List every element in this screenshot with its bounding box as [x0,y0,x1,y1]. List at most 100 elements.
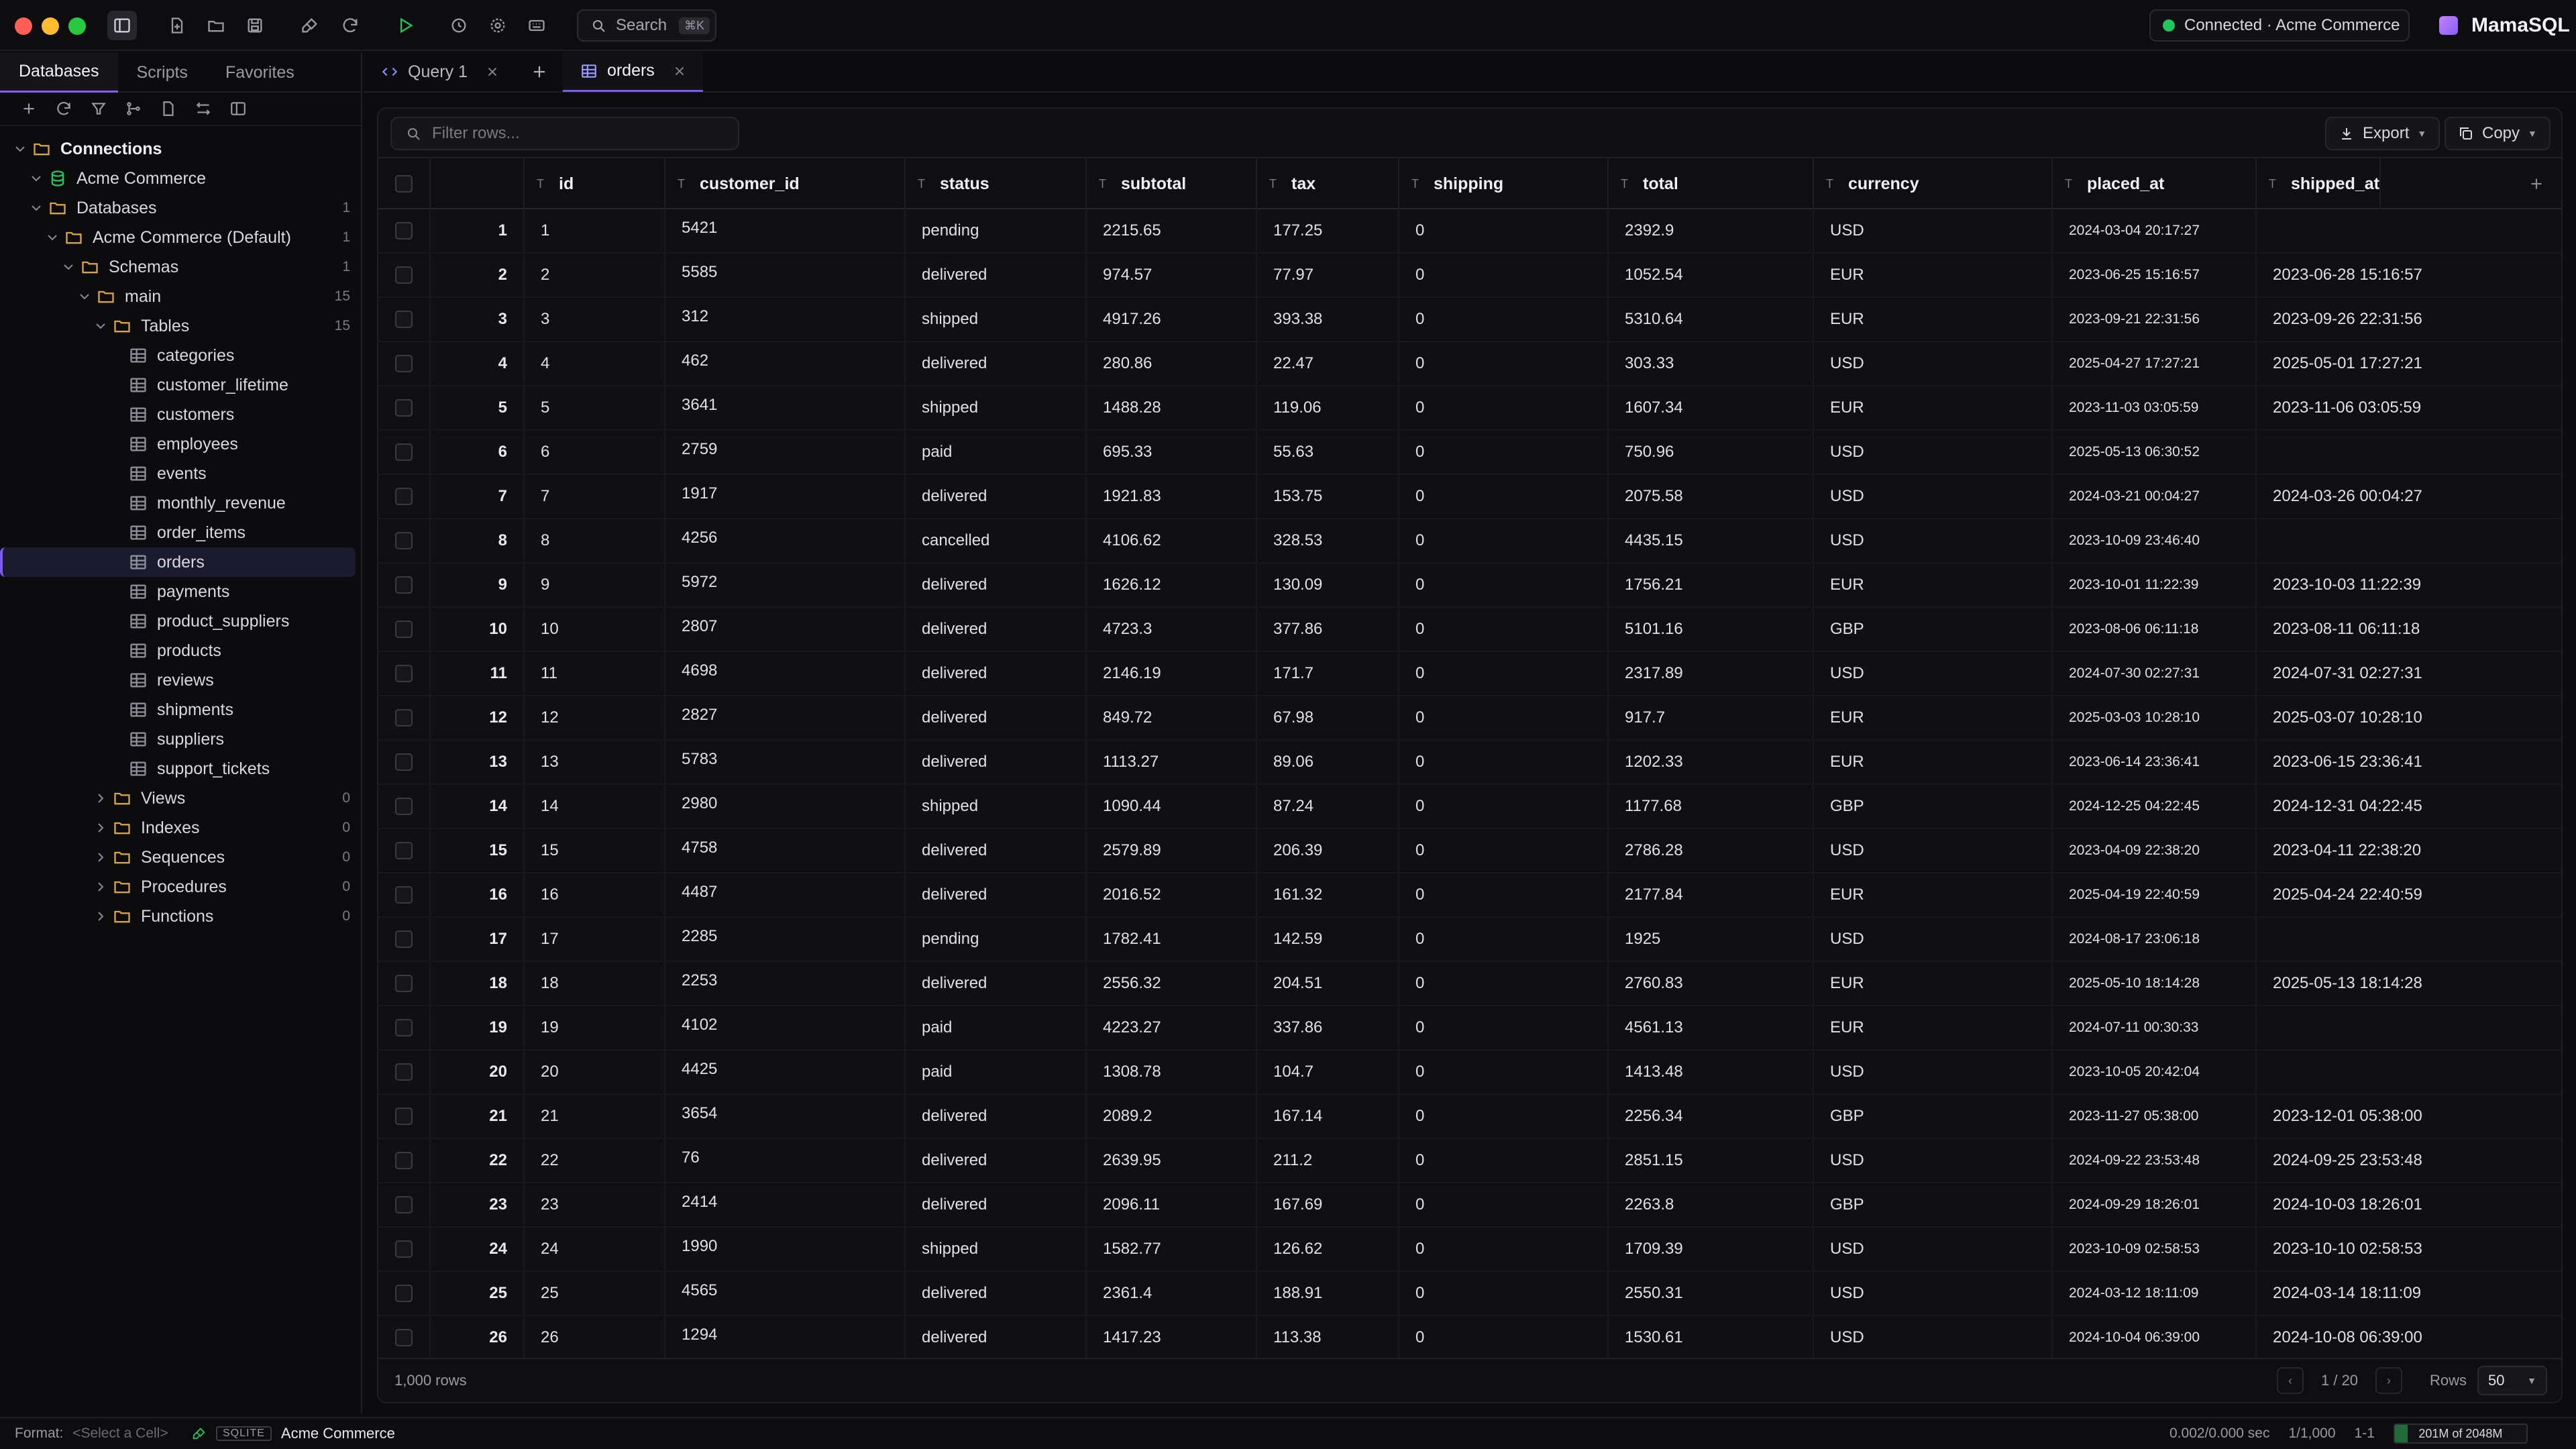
tree-item-events[interactable]: events [0,459,362,488]
chevron-down-icon[interactable] [28,200,44,216]
previous-page-button[interactable]: ‹ [2277,1367,2304,1394]
maximize-window-button[interactable] [68,17,86,35]
keyboard-button[interactable] [522,11,551,40]
cell-status[interactable]: shipped [906,1228,1087,1271]
table-row[interactable]: 9 9 5972 delivered 1626.12 130.09 0 1756.21 EUR 2… [378,564,2561,608]
cell-tax[interactable]: 126.62 [1257,1228,1399,1271]
cell-subtotal[interactable]: 974.57 [1087,254,1257,297]
tree-item-schemas[interactable]: Schemas 1 [0,252,362,282]
cell-placed-at[interactable]: 2023-10-09 23:46:40 [2053,519,2257,562]
cell-status[interactable]: delivered [906,829,1087,872]
cell-status[interactable]: delivered [906,741,1087,784]
cell-status[interactable]: shipped [906,298,1087,341]
cell-subtotal[interactable]: 1626.12 [1087,564,1257,606]
cell-placed-at[interactable]: 2023-10-01 11:22:39 [2053,564,2257,606]
cell-tax[interactable]: 171.7 [1257,652,1399,695]
tree-item-customers[interactable]: customers [0,400,362,429]
cell-shipping[interactable]: 0 [1399,608,1609,651]
cell-placed-at[interactable]: 2024-03-12 18:11:09 [2053,1272,2257,1315]
cell-total[interactable]: 1052.54 [1609,254,1814,297]
cell-currency[interactable]: USD [1814,519,2053,562]
cell-status[interactable]: paid [906,431,1087,474]
column-header-subtotal[interactable]: Tsubtotal [1087,158,1257,209]
cell-customer-id[interactable]: 1990 [665,1228,906,1271]
cell-placed-at[interactable]: 2025-05-13 06:30:52 [2053,431,2257,474]
cell-tax[interactable]: 67.98 [1257,696,1399,739]
cell-subtotal[interactable]: 2361.4 [1087,1272,1257,1315]
cell-currency[interactable]: GBP [1814,1095,2053,1138]
cell-currency[interactable]: USD [1814,652,2053,695]
cell-id[interactable]: 12 [525,696,665,739]
tab-query-1[interactable]: Query 1 [364,52,516,92]
cell-id[interactable]: 4 [525,342,665,385]
cell-status[interactable]: delivered [906,564,1087,606]
toggle-sidebar-button[interactable] [107,11,137,40]
chevron-right-icon[interactable] [93,849,109,865]
cell-status[interactable]: delivered [906,962,1087,1005]
tree-item-shipments[interactable]: shipments [0,695,362,724]
cell-placed-at[interactable]: 2024-09-22 23:53:48 [2053,1139,2257,1182]
cell-tax[interactable]: 77.97 [1257,254,1399,297]
cell-total[interactable]: 2786.28 [1609,829,1814,872]
tree-item-acme-commerce-default[interactable]: Acme Commerce (Default) 1 [0,223,362,252]
tree-item-databases[interactable]: Databases 1 [0,193,362,223]
row-checkbox[interactable] [395,1108,413,1125]
table-row[interactable]: 18 18 2253 delivered 2556.32 204.51 0 2760.83 EU… [378,962,2561,1006]
cell-status[interactable]: delivered [906,873,1087,916]
tree-item-sequences[interactable]: Sequences 0 [0,843,362,872]
cell-tax[interactable]: 167.14 [1257,1095,1399,1138]
cell-placed-at[interactable]: 2024-03-21 00:04:27 [2053,475,2257,518]
cell-tax[interactable]: 130.09 [1257,564,1399,606]
cell-total[interactable]: 2851.15 [1609,1139,1814,1182]
cell-subtotal[interactable]: 2096.11 [1087,1183,1257,1226]
cell-customer-id[interactable]: 5783 [665,741,906,784]
table-row[interactable]: 5 5 3641 shipped 1488.28 119.06 0 1607.34 EUR 202… [378,386,2561,431]
column-header-tax[interactable]: Ttax [1257,158,1399,209]
new-script-button[interactable] [153,93,184,124]
tab-orders[interactable]: orders [562,52,703,92]
cell-customer-id[interactable]: 4487 [665,873,906,916]
cell-tax[interactable]: 337.86 [1257,1006,1399,1049]
cell-id[interactable]: 6 [525,431,665,474]
cell-subtotal[interactable]: 1090.44 [1087,785,1257,828]
row-checkbox[interactable] [395,399,413,417]
cell-id[interactable]: 25 [525,1272,665,1315]
cell-subtotal[interactable]: 849.72 [1087,696,1257,739]
tree-item-functions[interactable]: Functions 0 [0,902,362,931]
cell-id[interactable]: 19 [525,1006,665,1049]
table-row[interactable]: 1 1 5421 pending 2215.65 177.25 0 2392.9 USD 2024… [378,209,2561,254]
close-tab-icon[interactable] [485,64,500,79]
row-checkbox[interactable] [395,842,413,859]
run-button[interactable] [390,11,420,40]
cell-total[interactable]: 1709.39 [1609,1228,1814,1271]
cell-customer-id[interactable]: 3641 [665,386,906,429]
cell-subtotal[interactable]: 4106.62 [1087,519,1257,562]
cell-customer-id[interactable]: 2253 [665,962,906,1005]
cell-total[interactable]: 1413.48 [1609,1051,1814,1093]
table-row[interactable]: 7 7 1917 delivered 1921.83 153.75 0 2075.58 USD 2… [378,475,2561,519]
cell-placed-at[interactable]: 2025-04-19 22:40:59 [2053,873,2257,916]
status-connection[interactable]: SQLITE Acme Commerce [192,1425,395,1442]
cell-placed-at[interactable]: 2024-10-04 06:39:00 [2053,1316,2257,1359]
cell-customer-id[interactable]: 4102 [665,1006,906,1049]
cell-tax[interactable]: 204.51 [1257,962,1399,1005]
close-window-button[interactable] [15,17,32,35]
cell-currency[interactable]: USD [1814,829,2053,872]
tree-item-tables[interactable]: Tables 15 [0,311,362,341]
cell-customer-id[interactable]: 76 [665,1139,906,1182]
cell-tax[interactable]: 55.63 [1257,431,1399,474]
cell-subtotal[interactable]: 2556.32 [1087,962,1257,1005]
cell-customer-id[interactable]: 5585 [665,254,906,297]
filter-tree-button[interactable] [83,93,114,124]
tree-item-main[interactable]: main 15 [0,282,362,311]
cell-shipping[interactable]: 0 [1399,652,1609,695]
cell-status[interactable]: pending [906,209,1087,252]
tab-favorites[interactable]: Favorites [207,52,313,93]
cell-tax[interactable]: 206.39 [1257,829,1399,872]
cell-customer-id[interactable]: 4698 [665,652,906,695]
cell-id[interactable]: 26 [525,1316,665,1359]
cell-shipping[interactable]: 0 [1399,254,1609,297]
cell-id[interactable]: 13 [525,741,665,784]
cell-status[interactable]: delivered [906,475,1087,518]
column-header-customer-id[interactable]: Tcustomer_id [665,158,906,209]
